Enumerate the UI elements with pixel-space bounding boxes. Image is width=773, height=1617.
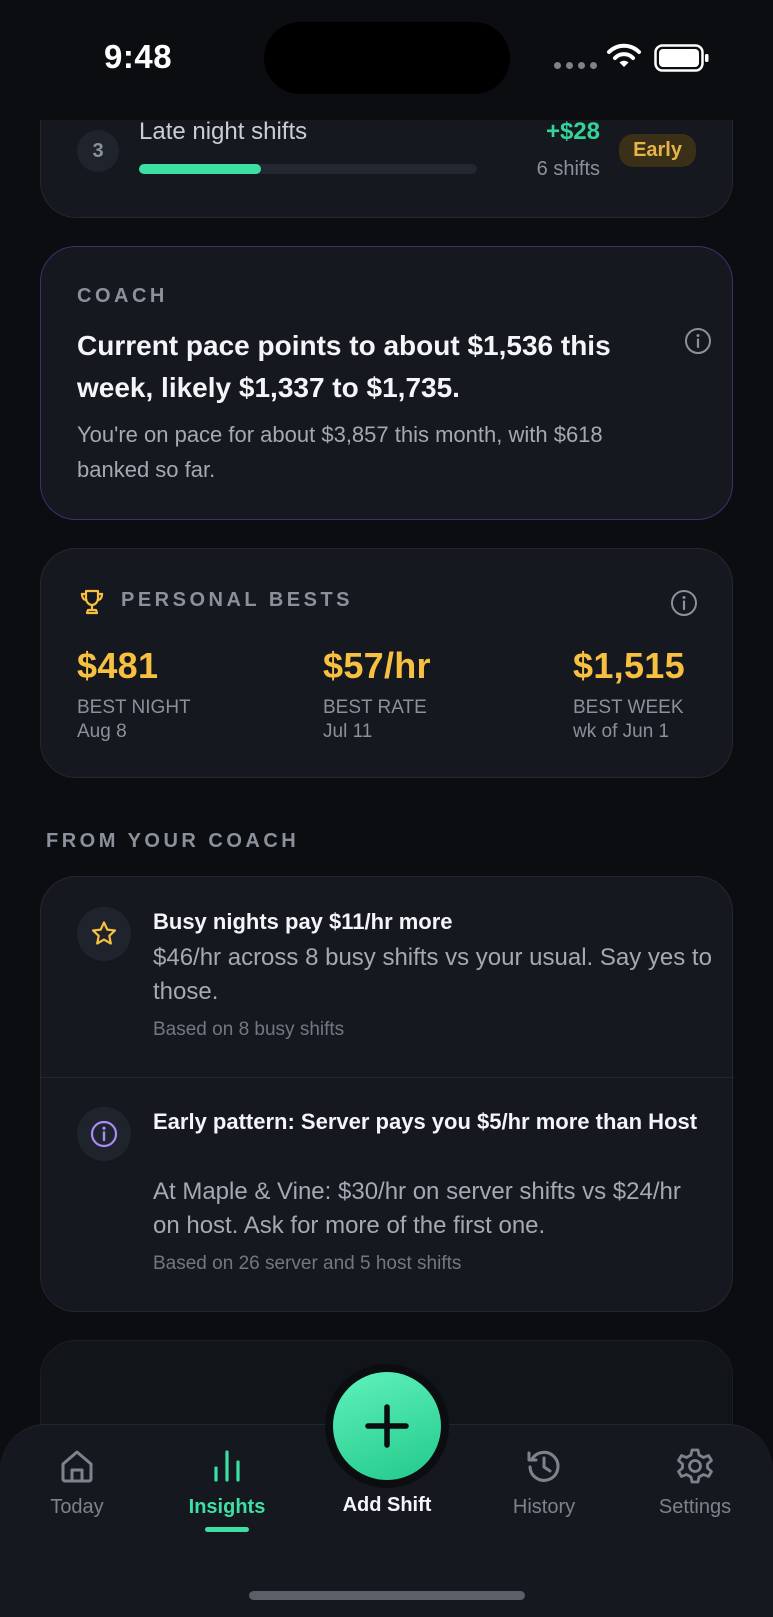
best-date: Aug 8 bbox=[77, 721, 127, 742]
from-your-coach-title: FROM YOUR COACH bbox=[46, 830, 300, 852]
info-icon bbox=[90, 1120, 118, 1148]
insight-meta: Based on 26 server and 5 host shifts bbox=[153, 1253, 462, 1274]
tab-today[interactable]: Today bbox=[17, 1444, 137, 1519]
coach-headline: Current pace points to about $1,536 this… bbox=[77, 330, 611, 403]
best-night: $481 BEST NIGHT Aug 8 bbox=[77, 645, 191, 743]
battery-icon bbox=[654, 44, 709, 72]
coach-insights-card: Busy nights pay $11/hr more $46/hr acros… bbox=[40, 876, 734, 1313]
rank-shift-count: 6 shifts bbox=[536, 158, 600, 180]
personal-bests-card[interactable]: PERSONAL BESTS $481 BEST NIGHT Aug 8 $57… bbox=[40, 548, 733, 778]
trophy-icon bbox=[80, 589, 104, 615]
status-time: 9:48 bbox=[104, 38, 173, 75]
coach-subtext: You're on pace for about $3,857 this mon… bbox=[77, 422, 603, 482]
coach-eyebrow: COACH bbox=[77, 285, 168, 307]
best-date: Jul 11 bbox=[323, 721, 373, 742]
insight-title: Busy nights pay $11/hr more bbox=[153, 909, 453, 934]
dynamic-island bbox=[264, 22, 510, 94]
home-indicator[interactable] bbox=[249, 1591, 525, 1600]
insight-meta: Based on 8 busy shifts bbox=[153, 1019, 345, 1040]
history-icon bbox=[527, 1450, 560, 1482]
signal-icon bbox=[554, 62, 597, 69]
tab-label: Insights bbox=[188, 1496, 266, 1518]
coach-card[interactable]: COACH Current pace points to about $1,53… bbox=[40, 246, 733, 520]
insight-body: $46/hr across 8 busy shifts vs your usua… bbox=[153, 944, 712, 1005]
best-value: $481 bbox=[77, 645, 159, 686]
plus-icon bbox=[365, 1404, 409, 1448]
status-badge: Early bbox=[619, 134, 696, 167]
insight-item-busy-nights[interactable]: Busy nights pay $11/hr more $46/hr acros… bbox=[41, 877, 734, 1077]
wifi-icon bbox=[607, 43, 641, 67]
insight-item-server-vs-host[interactable]: Early pattern: Server pays you $5/hr mor… bbox=[41, 1077, 734, 1313]
status-bar: 9:48 bbox=[0, 0, 773, 120]
add-shift-button[interactable] bbox=[333, 1372, 441, 1480]
personal-bests-eyebrow: PERSONAL BESTS bbox=[121, 589, 353, 611]
rank-progress-track bbox=[139, 164, 477, 174]
star-icon bbox=[91, 921, 117, 945]
rank-number: 3 bbox=[77, 130, 119, 172]
insight-icon-wrap bbox=[77, 907, 131, 961]
active-tab-indicator bbox=[205, 1527, 249, 1532]
tab-label: History bbox=[512, 1496, 576, 1518]
tab-label: Today bbox=[50, 1496, 104, 1518]
info-icon[interactable] bbox=[670, 589, 698, 617]
best-label: BEST WEEK bbox=[573, 697, 684, 718]
bar-chart-icon bbox=[214, 1450, 240, 1482]
home-icon bbox=[61, 1450, 93, 1483]
tab-settings[interactable]: Settings bbox=[635, 1444, 755, 1519]
gear-icon bbox=[677, 1448, 713, 1484]
best-label: BEST NIGHT bbox=[77, 697, 191, 718]
best-value: $57/hr bbox=[323, 645, 431, 686]
rank-delta: +$28 bbox=[545, 118, 600, 145]
rank-label: Late night shifts bbox=[139, 118, 308, 145]
best-rate: $57/hr BEST RATE Jul 11 bbox=[323, 645, 431, 743]
insight-title: Early pattern: Server pays you $5/hr mor… bbox=[153, 1109, 698, 1134]
tab-history[interactable]: History bbox=[484, 1444, 604, 1519]
add-shift-label[interactable]: Add Shift bbox=[313, 1494, 461, 1517]
info-icon[interactable] bbox=[684, 327, 712, 355]
best-value: $1,515 bbox=[573, 645, 685, 686]
insight-body: At Maple & Vine: $30/hr on server shifts… bbox=[153, 1178, 681, 1239]
best-label: BEST RATE bbox=[323, 697, 427, 718]
tab-insights[interactable]: Insights bbox=[167, 1444, 287, 1532]
insight-icon-wrap bbox=[77, 1107, 131, 1161]
rank-progress-fill bbox=[139, 164, 261, 174]
best-week: $1,515 BEST WEEK wk of Jun 1 bbox=[573, 645, 685, 743]
tab-label: Settings bbox=[658, 1496, 732, 1518]
best-date: wk of Jun 1 bbox=[573, 721, 670, 742]
